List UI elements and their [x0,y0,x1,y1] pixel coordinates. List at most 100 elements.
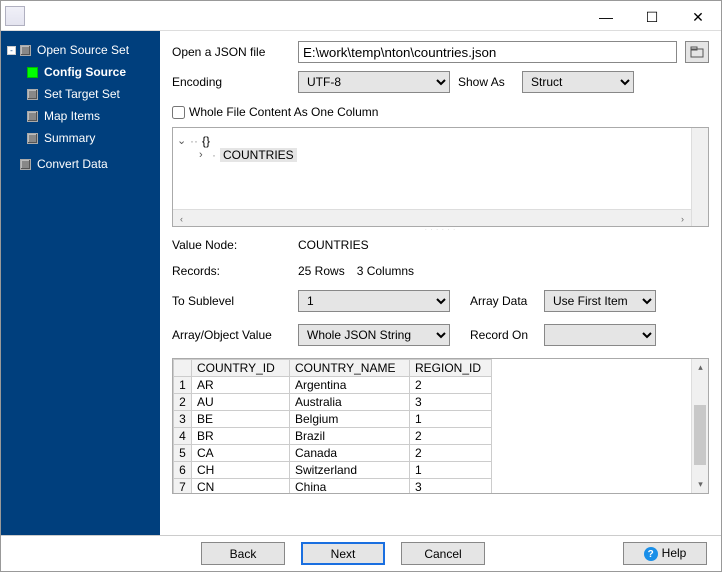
array-data-select[interactable]: Use First Item [544,290,656,312]
tree-root-label: {} [202,134,210,148]
cell-country-name: Belgium [290,411,410,428]
tree-root-row[interactable]: ⌄ ·· {} [177,134,704,148]
browse-file-button[interactable] [685,41,709,63]
show-as-select[interactable]: Struct [522,71,634,93]
chevron-right-icon[interactable]: › [199,151,208,160]
sidebar-item-convert-data[interactable]: - Convert Data [1,153,160,175]
sidebar-label: Convert Data [37,157,108,171]
table-row[interactable]: 5CACanada2 [174,445,492,462]
cell-region-id: 1 [410,462,492,479]
record-on-select[interactable] [544,324,656,346]
wizard-sidebar: - Open Source Set Config Source Set Targ… [1,31,160,535]
cell-country-name: China [290,479,410,495]
table-row[interactable]: 4BRBrazil2 [174,428,492,445]
row-number: 5 [174,445,192,462]
cell-country-name: Argentina [290,377,410,394]
table-row[interactable]: 6CHSwitzerland1 [174,462,492,479]
wizard-footer: Back Next Cancel ? Help [1,535,721,571]
maximize-button[interactable]: ☐ [629,1,675,31]
scroll-left-icon[interactable]: ‹ [173,210,190,227]
value-node-label: Value Node: [172,238,298,252]
show-as-label: Show As [458,75,514,89]
content-area: - Open Source Set Config Source Set Targ… [1,31,721,535]
tree-child-row[interactable]: › · COUNTRIES [177,148,704,162]
dotted-connector: ·· [190,134,198,148]
records-label: Records: [172,264,298,278]
app-icon [5,6,25,26]
records-rows: 25 Rows [298,264,345,278]
scroll-down-icon[interactable]: ▾ [692,476,709,493]
grid-vertical-scrollbar[interactable]: ▴ ▾ [691,359,708,493]
col-country-id[interactable]: COUNTRY_ID [192,360,290,377]
array-data-label: Array Data [470,294,544,308]
grid-corner [174,360,192,377]
data-grid[interactable]: COUNTRY_ID COUNTRY_NAME REGION_ID 1ARArg… [173,359,492,494]
grid-header-row: COUNTRY_ID COUNTRY_NAME REGION_ID [174,360,492,377]
dotted-connector: · [212,148,216,162]
col-region-id[interactable]: REGION_ID [410,360,492,377]
back-button[interactable]: Back [201,542,285,565]
array-object-value-select[interactable]: Whole JSON String [298,324,450,346]
help-button[interactable]: ? Help [623,542,707,565]
scroll-up-icon[interactable]: ▴ [692,359,709,376]
cell-country-id: BR [192,428,290,445]
cell-country-id: CH [192,462,290,479]
scroll-right-icon[interactable]: › [674,210,691,227]
table-row[interactable]: 1ARArgentina2 [174,377,492,394]
whole-file-checkbox[interactable] [172,106,185,119]
sidebar-label: Summary [44,131,95,145]
row-number: 7 [174,479,192,495]
cell-region-id: 1 [410,411,492,428]
table-row[interactable]: 3BEBelgium1 [174,411,492,428]
next-button[interactable]: Next [301,542,385,565]
step-box-icon [20,159,31,170]
cell-country-id: BE [192,411,290,428]
json-tree-panel: ⌄ ·· {} › · COUNTRIES ‹ › [172,127,709,227]
sidebar-item-config-source[interactable]: Config Source [1,61,160,83]
row-number: 4 [174,428,192,445]
file-path-input[interactable] [298,41,677,63]
value-node-value: COUNTRIES [298,238,369,252]
help-icon: ? [644,547,658,561]
tree-child-label: COUNTRIES [220,148,297,162]
cell-region-id: 2 [410,445,492,462]
cancel-button[interactable]: Cancel [401,542,485,565]
col-country-name[interactable]: COUNTRY_NAME [290,360,410,377]
open-json-label: Open a JSON file [172,45,290,59]
sidebar-item-map-items[interactable]: Map Items [1,105,160,127]
step-box-icon [27,111,38,122]
to-sublevel-label: To Sublevel [172,294,298,308]
cell-region-id: 3 [410,394,492,411]
table-row[interactable]: 2AUAustralia3 [174,394,492,411]
cell-country-id: AU [192,394,290,411]
tree-horizontal-scrollbar[interactable]: ‹ › [173,209,691,226]
minimize-button[interactable]: — [583,1,629,31]
help-label: Help [662,546,687,560]
splitter-handle[interactable]: · · · · · · [172,227,709,232]
cell-region-id: 3 [410,479,492,495]
array-object-value-label: Array/Object Value [172,328,298,342]
main-panel: Open a JSON file Encoding UTF-8 Show As … [160,31,721,535]
sidebar-label: Map Items [44,109,100,123]
cell-region-id: 2 [410,377,492,394]
chevron-down-icon[interactable]: ⌄ [177,137,186,146]
to-sublevel-select[interactable]: 1 [298,290,450,312]
row-number: 3 [174,411,192,428]
sidebar-item-set-target-set[interactable]: Set Target Set [1,83,160,105]
cell-region-id: 2 [410,428,492,445]
step-box-icon [27,89,38,100]
sidebar-item-summary[interactable]: Summary [1,127,160,149]
sidebar-label: Config Source [44,65,126,79]
whole-file-checkbox-wrap[interactable]: Whole File Content As One Column [172,105,709,119]
sidebar-item-open-source-set[interactable]: - Open Source Set [1,39,160,61]
cell-country-id: AR [192,377,290,394]
table-row[interactable]: 7CNChina3 [174,479,492,495]
row-number: 2 [174,394,192,411]
scrollbar-thumb[interactable] [694,405,706,465]
records-cols: 3 Columns [357,264,414,278]
collapse-icon: - [7,46,16,55]
close-button[interactable]: ✕ [675,1,721,31]
encoding-select[interactable]: UTF-8 [298,71,450,93]
tree-vertical-scrollbar[interactable] [691,128,708,226]
cell-country-name: Brazil [290,428,410,445]
